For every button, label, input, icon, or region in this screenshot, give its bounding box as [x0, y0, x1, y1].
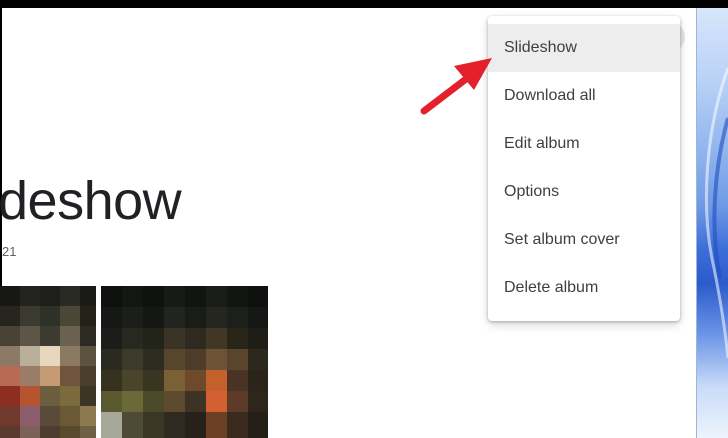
album-title: deshow: [0, 171, 182, 231]
menu-item-edit-album[interactable]: Edit album: [488, 120, 680, 168]
album-photo-1[interactable]: [0, 286, 96, 438]
menu-item-download-all[interactable]: Download all: [488, 72, 680, 120]
album-date: 21: [2, 244, 17, 259]
menu-item-options[interactable]: Options: [488, 168, 680, 216]
menu-item-slideshow[interactable]: Slideshow: [488, 24, 680, 72]
window-top-border: [0, 0, 728, 8]
pixelated-photo-1: [0, 286, 96, 438]
menu-item-set-album-cover[interactable]: Set album cover: [488, 216, 680, 264]
album-options-menu: Slideshow Download all Edit album Option…: [488, 16, 680, 321]
album-photo-2[interactable]: [101, 286, 268, 438]
menu-item-delete-album[interactable]: Delete album: [488, 264, 680, 312]
desktop-wallpaper: [696, 8, 728, 438]
pixelated-photo-2: [101, 286, 268, 438]
